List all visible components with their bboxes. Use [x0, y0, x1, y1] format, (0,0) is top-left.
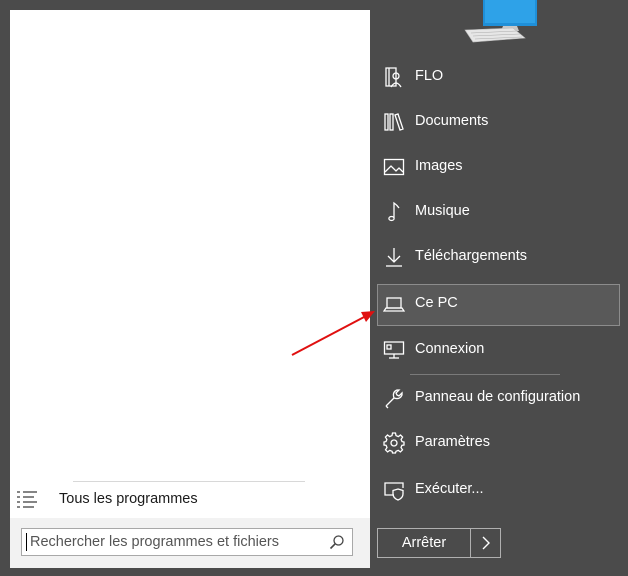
shutdown-button[interactable]: Arrêter [377, 528, 471, 558]
computer-icon[interactable] [463, 0, 539, 44]
menu-item-control-panel[interactable]: Panneau de configuration [377, 378, 620, 418]
menu-item-run[interactable]: Exécuter... [377, 470, 620, 510]
menu-item-label: Exécuter... [415, 481, 484, 497]
menu-divider [410, 374, 560, 375]
programs-panel: Tous les programmes [10, 10, 370, 568]
all-programs-button[interactable]: Tous les programmes [10, 486, 370, 514]
chevron-right-icon [482, 536, 490, 550]
menu-item-label: Documents [415, 113, 489, 129]
menu-item-label: Connexion [415, 341, 485, 357]
wrench-icon [385, 389, 403, 409]
menu-item-label: FLO [415, 68, 444, 84]
download-icon [386, 248, 402, 267]
search-input[interactable] [22, 529, 322, 555]
network-monitor-icon [383, 341, 405, 359]
menu-item-label: Images [415, 158, 463, 174]
menu-item-settings[interactable]: Paramètres [377, 423, 620, 463]
menu-item-label: Paramètres [415, 434, 490, 450]
menu-item-downloads[interactable]: Téléchargements [377, 237, 620, 277]
menu-item-documents[interactable]: Documents [377, 102, 620, 142]
menu-item-label: Ce PC [415, 295, 458, 311]
text-caret [26, 533, 27, 551]
user-folder-icon [385, 67, 402, 88]
library-icon [384, 113, 404, 131]
image-icon [383, 158, 405, 176]
menu-item-music[interactable]: Musique [377, 192, 620, 232]
menu-item-user[interactable]: FLO [377, 57, 620, 97]
list-icon [17, 491, 37, 508]
music-note-icon [388, 201, 400, 222]
run-icon [384, 482, 404, 501]
search-box[interactable] [21, 528, 353, 556]
programs-divider [73, 481, 305, 482]
menu-item-label: Musique [415, 203, 470, 219]
shutdown-options-button[interactable] [470, 528, 501, 558]
laptop-icon [383, 297, 405, 312]
search-icon[interactable] [329, 534, 345, 550]
menu-item-images[interactable]: Images [377, 147, 620, 187]
menu-item-connect[interactable]: Connexion [377, 330, 620, 370]
menu-item-label: Panneau de configuration [415, 389, 581, 405]
all-programs-label: Tous les programmes [59, 491, 198, 507]
menu-item-label: Téléchargements [415, 248, 528, 264]
search-area [10, 518, 370, 568]
gear-icon [383, 432, 405, 454]
menu-item-this-pc[interactable]: Ce PC [377, 284, 620, 326]
